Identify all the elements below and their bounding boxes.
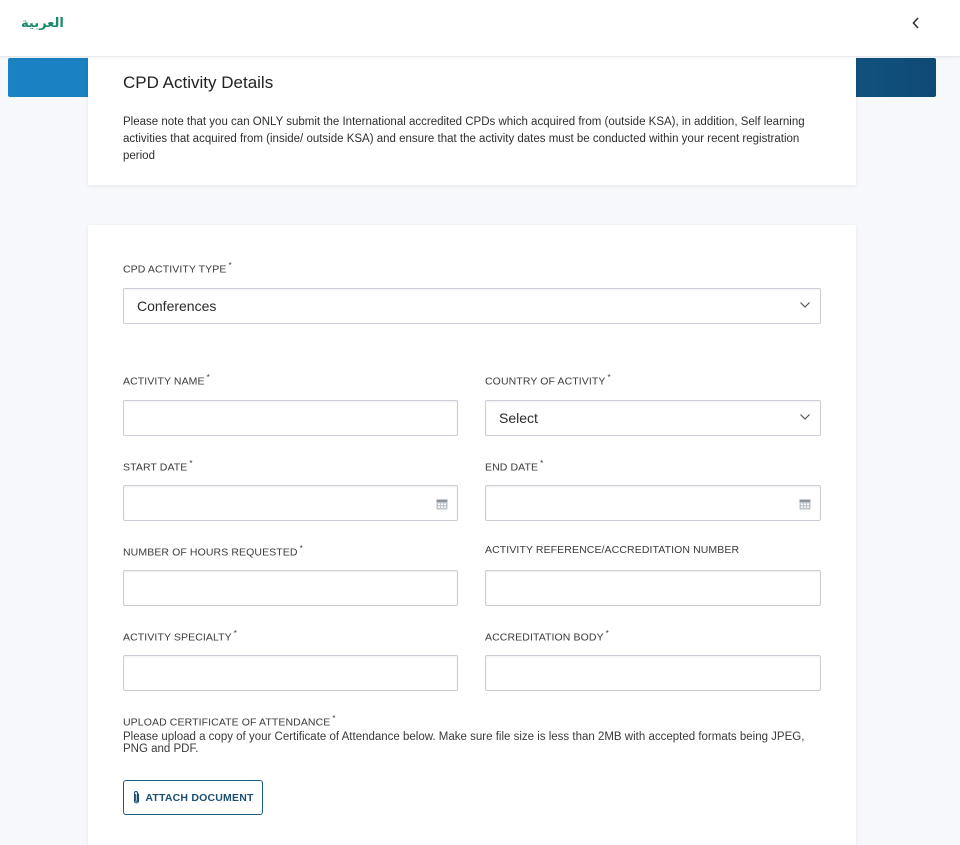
paperclip-icon: [134, 791, 140, 804]
accreditation-body-input[interactable]: [486, 656, 820, 690]
end-date-label-text: END DATE: [485, 461, 539, 474]
required-mark: *: [605, 629, 609, 638]
upload-label-text: UPLOAD CERTIFICATE OF ATTENDANCE: [123, 716, 331, 729]
reference-field: [485, 570, 821, 606]
activity-name-label: ACTIVITY NAME *: [123, 373, 210, 388]
back-button[interactable]: [906, 13, 926, 33]
activity-type-value: Conferences: [137, 298, 217, 314]
required-mark: *: [189, 459, 193, 468]
activity-type-label: CPD ACTIVITY TYPE *: [123, 261, 232, 276]
specialty-label: ACTIVITY SPECIALTY *: [123, 629, 237, 644]
reference-label-text: ACTIVITY REFERENCE/ACCREDITATION NUMBER: [485, 544, 740, 556]
end-date-label: END DATE *: [485, 459, 543, 474]
top-bar: العربية: [0, 0, 960, 57]
end-date-field: [485, 485, 821, 521]
start-date-label-text: START DATE: [123, 461, 188, 474]
activity-type-label-text: CPD ACTIVITY TYPE: [123, 263, 227, 276]
required-mark: *: [206, 373, 210, 382]
start-date-label: START DATE *: [123, 459, 193, 474]
required-mark: *: [607, 373, 611, 382]
chevron-down-icon: [800, 414, 810, 420]
upload-label: UPLOAD CERTIFICATE OF ATTENDANCE *: [123, 714, 336, 729]
required-mark: *: [228, 261, 232, 270]
activity-name-field: [123, 400, 458, 436]
required-mark: *: [299, 544, 303, 553]
start-date-input[interactable]: [124, 486, 457, 520]
required-mark: *: [332, 714, 336, 723]
activity-name-input[interactable]: [124, 401, 457, 435]
page-title: CPD Activity Details: [123, 73, 274, 92]
country-label-text: COUNTRY OF ACTIVITY: [485, 375, 606, 388]
specialty-label-text: ACTIVITY SPECIALTY: [123, 631, 232, 644]
attach-document-label: ATTACH DOCUMENT: [145, 791, 254, 804]
calendar-icon[interactable]: [799, 498, 811, 510]
country-label: COUNTRY OF ACTIVITY *: [485, 373, 611, 388]
start-date-field: [123, 485, 458, 521]
chevron-down-icon: [800, 302, 810, 308]
calendar-icon[interactable]: [436, 498, 448, 510]
form-card: CPD ACTIVITY TYPE * Conferences ACTIVITY …: [88, 225, 856, 845]
hours-input[interactable]: [124, 571, 457, 605]
required-mark: *: [233, 629, 237, 638]
hours-label: NUMBER OF HOURS REQUESTED *: [123, 544, 303, 559]
country-value: Select: [499, 410, 538, 426]
end-date-input[interactable]: [486, 486, 820, 520]
notice-card: CPD Activity Details Please note that yo…: [88, 56, 856, 185]
reference-input[interactable]: [486, 571, 820, 605]
accreditation-body-label-text: ACCREDITATION BODY: [485, 631, 604, 644]
activity-name-label-text: ACTIVITY NAME: [123, 375, 205, 388]
chevron-left-icon: [912, 17, 919, 29]
upload-description: Please upload a copy of your Certificate…: [123, 731, 805, 755]
hours-label-text: NUMBER OF HOURS REQUESTED: [123, 546, 298, 559]
notice-text: Please note that you can ONLY submit the…: [123, 116, 805, 162]
reference-label: ACTIVITY REFERENCE/ACCREDITATION NUMBER: [485, 544, 739, 556]
hours-field: [123, 570, 458, 606]
country-select[interactable]: Select: [485, 400, 821, 436]
accreditation-body-field: [485, 655, 821, 691]
accreditation-body-label: ACCREDITATION BODY *: [485, 629, 609, 644]
activity-type-select[interactable]: Conferences: [123, 288, 821, 324]
specialty-field: [123, 655, 458, 691]
required-mark: *: [540, 459, 544, 468]
attach-document-button[interactable]: ATTACH DOCUMENT: [123, 780, 263, 815]
language-switch-link[interactable]: العربية: [21, 16, 64, 31]
specialty-input[interactable]: [124, 656, 457, 690]
